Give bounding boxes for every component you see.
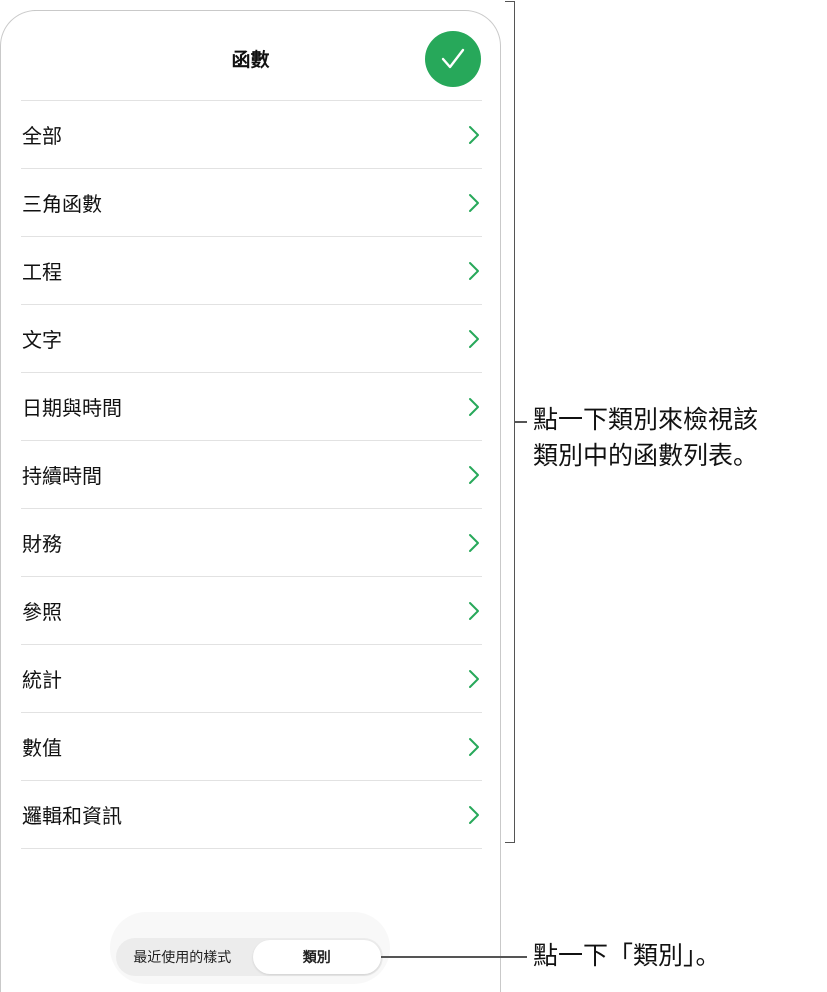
category-label: 財務	[22, 532, 62, 556]
callout-list-note: 點一下類別來檢視該 類別中的函數列表。	[533, 402, 823, 474]
category-label: 統計	[22, 668, 62, 692]
category-row[interactable]: 全部	[21, 101, 482, 169]
chevron-right-icon	[468, 261, 480, 281]
segment-recent[interactable]: 最近使用的樣式	[118, 940, 247, 974]
chevron-right-icon	[468, 533, 480, 553]
category-row[interactable]: 持續時間	[21, 441, 482, 509]
callout-list-note-line1: 點一下類別來檢視該	[533, 405, 759, 434]
category-label: 數值	[22, 736, 62, 760]
category-row[interactable]: 財務	[21, 509, 482, 577]
category-row[interactable]: 統計	[21, 645, 482, 713]
category-row[interactable]: 數值	[21, 713, 482, 781]
chevron-right-icon	[468, 601, 480, 621]
category-label: 三角函數	[22, 192, 102, 216]
callout-leader-line	[515, 421, 527, 423]
checkmark-icon	[441, 48, 465, 69]
chevron-right-icon	[468, 669, 480, 689]
callout-segment-leader-line	[381, 956, 527, 958]
category-label: 全部	[22, 124, 62, 148]
category-row[interactable]: 邏輯和資訊	[21, 781, 482, 849]
callout-bracket	[505, 1, 515, 843]
chevron-right-icon	[468, 329, 480, 349]
category-row[interactable]: 日期與時間	[21, 373, 482, 441]
category-row[interactable]: 三角函數	[21, 169, 482, 237]
category-list: 全部三角函數工程文字日期與時間持續時間財務參照統計數值邏輯和資訊	[21, 101, 482, 849]
category-label: 參照	[22, 600, 62, 624]
view-segmented-control: 最近使用的樣式 類別	[116, 938, 383, 976]
category-row[interactable]: 工程	[21, 237, 482, 305]
chevron-right-icon	[468, 193, 480, 213]
chevron-right-icon	[468, 465, 480, 485]
chevron-right-icon	[468, 805, 480, 825]
category-label: 邏輯和資訊	[22, 804, 122, 828]
chevron-right-icon	[468, 125, 480, 145]
category-label: 工程	[22, 260, 62, 284]
segment-categories[interactable]: 類別	[252, 940, 381, 974]
sheet-header: 函數	[1, 11, 500, 101]
category-row[interactable]: 參照	[21, 577, 482, 645]
category-row[interactable]: 文字	[21, 305, 482, 373]
callout-segment-note: 點一下「類別」。	[533, 941, 721, 970]
category-label: 日期與時間	[22, 396, 122, 420]
chevron-right-icon	[468, 737, 480, 757]
page: 函數 全部三角函數工程文字日期與時間持續時間財務參照統計數值邏輯和資訊 最近使用…	[0, 0, 827, 992]
category-label: 文字	[22, 328, 62, 352]
done-button[interactable]	[425, 31, 481, 87]
callout-list-note-line2: 類別中的函數列表。	[533, 441, 759, 470]
chevron-right-icon	[468, 397, 480, 417]
functions-sheet: 函數 全部三角函數工程文字日期與時間持續時間財務參照統計數值邏輯和資訊	[0, 10, 501, 992]
category-label: 持續時間	[22, 464, 102, 488]
